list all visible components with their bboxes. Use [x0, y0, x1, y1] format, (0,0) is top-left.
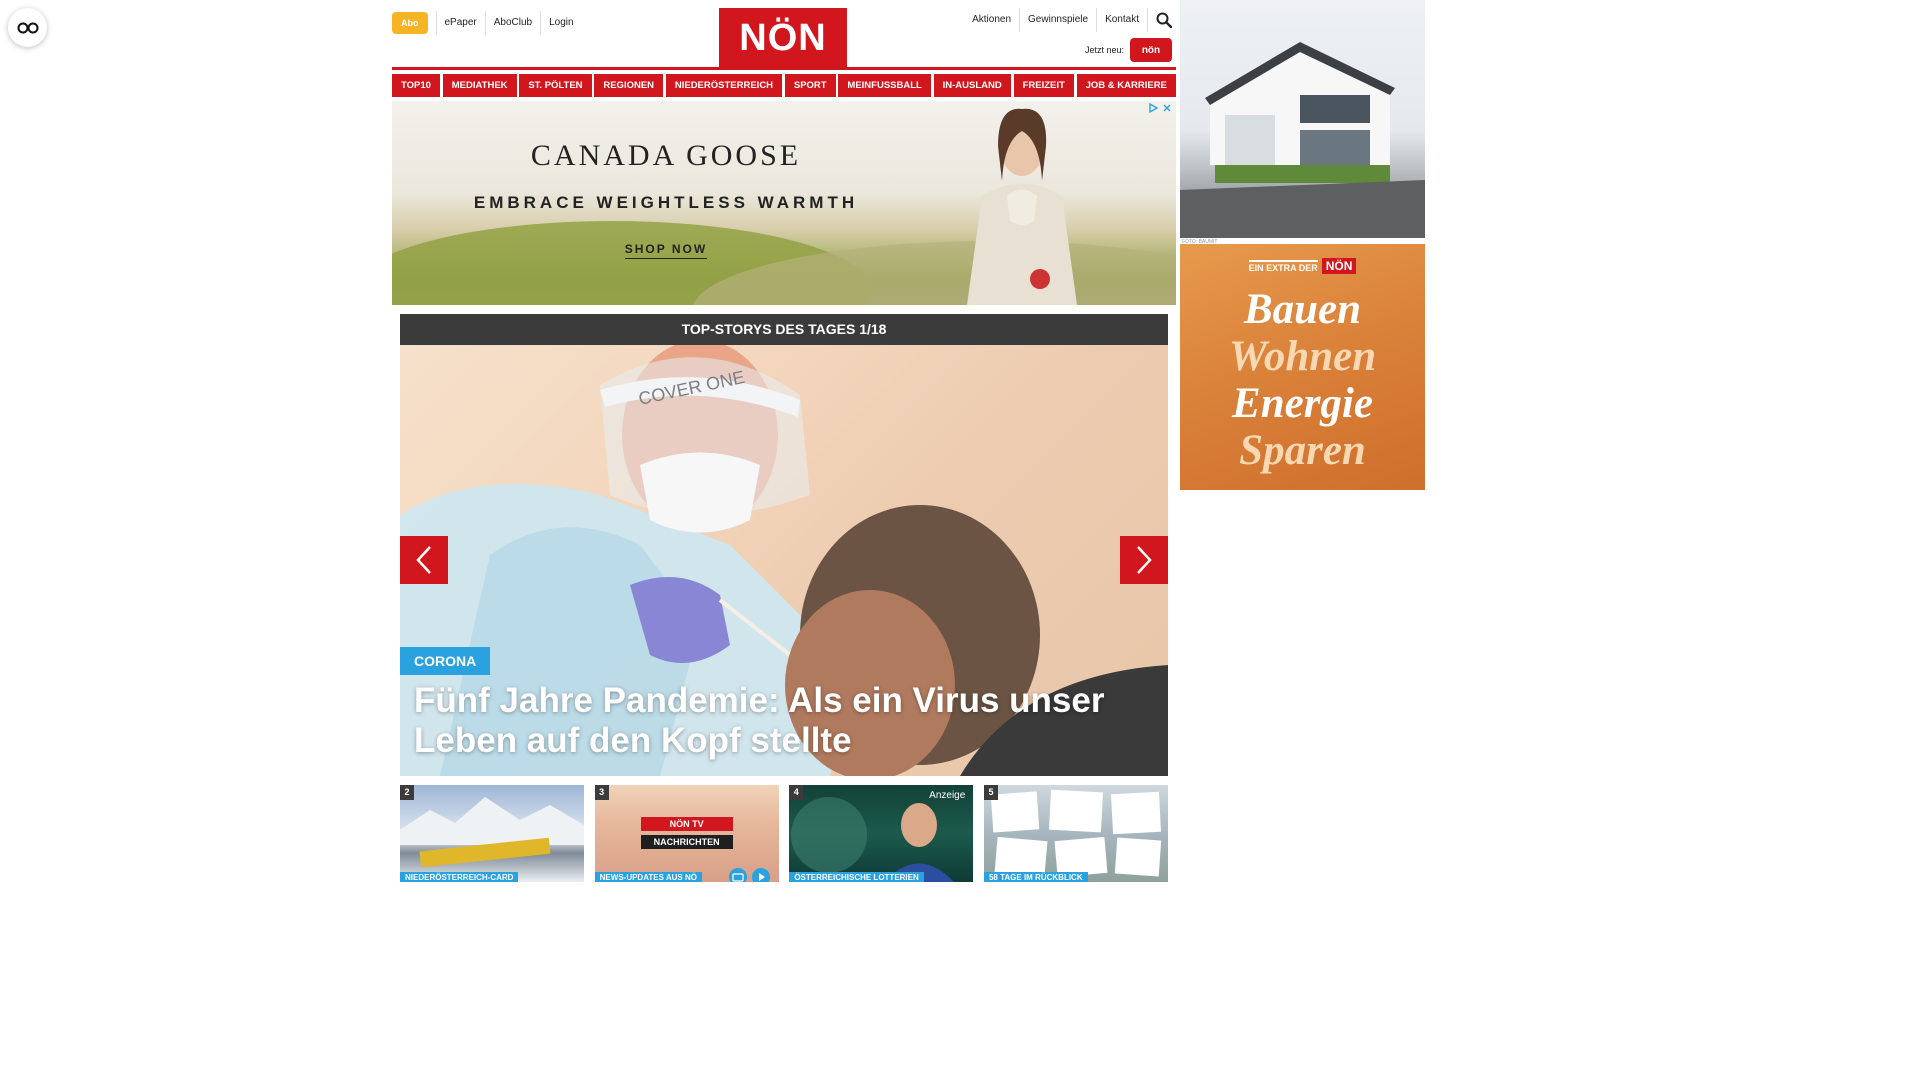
nav-item-meinfussball[interactable]: MEINFUSSBALL: [838, 74, 931, 97]
ad-banner[interactable]: CANADA GOOSE EMBRACE WEIGHTLESS WARMTH S…: [392, 101, 1176, 305]
carousel-prev-button[interactable]: [400, 536, 448, 584]
utility-nav-left: Abo ePaper AboClub Login: [392, 11, 582, 35]
chevron-right-icon: [1137, 546, 1152, 574]
nav-item-job-karriere[interactable]: JOB & KARRIERE: [1076, 74, 1176, 97]
thumb-number: 4: [789, 785, 804, 800]
nav-item-niederoesterreich[interactable]: NIEDERÖSTERREICH: [665, 74, 783, 97]
camera-icon: [728, 868, 747, 882]
chevron-left-icon: [416, 546, 431, 574]
jetzt-neu-label: Jetzt neu:: [1084, 45, 1124, 55]
header-divider: [392, 67, 1176, 70]
nav-item-in-ausland[interactable]: IN-AUSLAND: [933, 74, 1011, 97]
nav-item-freizeit[interactable]: FREIZEIT: [1013, 74, 1074, 97]
glasses-icon: [17, 22, 38, 33]
extra-label: EIN EXTRA DER: [1248, 259, 1318, 273]
top-stories-heading: TOP-STORYS DES TAGES 1/18: [400, 314, 1168, 345]
abo-button[interactable]: Abo: [392, 12, 428, 34]
ad-tagline: EMBRACE WEIGHTLESS WARMTH: [473, 193, 859, 212]
thumb-category: NEWS-UPDATES AUS NÖ: [594, 872, 702, 882]
house-image: [1180, 42, 1425, 238]
side-ad-bauen-wohnen[interactable]: EIN EXTRA DER NÖN Bauen Wohnen Energie S…: [1180, 244, 1425, 490]
thumb-number: 5: [983, 785, 998, 800]
nav-item-sport[interactable]: SPORT: [784, 74, 836, 97]
nav-item-top10[interactable]: TOP10: [392, 74, 440, 97]
ad-model-image: [967, 108, 1077, 305]
thumb-category: 58 TAGE IM RÜCKBLICK: [983, 872, 1088, 882]
hero-category-tag[interactable]: CORONA: [400, 647, 491, 675]
main-nav: TOP10 MEDIATHEK ST. PÖLTEN REGIONEN NIED…: [392, 74, 1176, 97]
hero-title[interactable]: Fünf Jahre Pandemie: Als ein Virus unser…: [414, 681, 1154, 761]
thumb-image: [400, 797, 584, 868]
aktionen-link[interactable]: Aktionen: [964, 8, 1021, 32]
thumb-category: ÖSTERREICHISCHE LOTTERIEN: [789, 872, 924, 882]
thumb-ad-badge: Anzeige: [929, 790, 966, 801]
ad-word-bauen: Bauen: [1243, 286, 1362, 333]
play-icon: [751, 868, 770, 882]
adchoices-icon[interactable]: [1148, 103, 1158, 113]
extra-logo: NÖN: [1321, 258, 1357, 274]
jetzt-neu-promo[interactable]: Jetzt neu: nön: [1085, 38, 1172, 62]
aboclub-link[interactable]: AboClub: [484, 11, 540, 35]
story-thumb[interactable]: 5 58 TAGE IM RÜCKBLICK: [983, 785, 1168, 882]
utility-nav-right: Aktionen Gewinnspiele Kontakt: [964, 8, 1176, 32]
nav-item-st-poelten[interactable]: ST. PÖLTEN: [519, 74, 592, 97]
close-icon[interactable]: [1162, 103, 1172, 113]
search-button[interactable]: [1152, 8, 1176, 32]
thumb-tv-logo: NÖN TV: [640, 817, 733, 831]
epaper-link[interactable]: ePaper: [435, 11, 485, 35]
nav-item-mediathek[interactable]: MEDIATHEK: [442, 74, 517, 97]
extra-badge: EIN EXTRA DER NÖN: [1180, 258, 1425, 274]
story-thumb[interactable]: NÖN TV NACHRICHTEN 3 NEWS-UPDATES AUS NÖ: [594, 785, 779, 882]
story-thumb[interactable]: 2 NIEDERÖSTERREICH-CARD: [400, 785, 584, 882]
thumb-number: 2: [400, 785, 414, 800]
login-link[interactable]: Login: [540, 11, 581, 35]
ad-word-sparen: Sparen: [1239, 427, 1366, 474]
thumb-category: NIEDERÖSTERREICH-CARD: [400, 872, 519, 882]
hero-story[interactable]: COVER ONE CORONA Fünf Jahre Pandemie: Al…: [400, 345, 1168, 776]
story-thumb[interactable]: 4 Anzeige ÖSTERREICHISCHE LOTTERIEN: [789, 785, 974, 882]
thumb-image: [990, 789, 1162, 878]
kontakt-link[interactable]: Kontakt: [1097, 8, 1148, 32]
ad-brand: CANADA GOOSE: [530, 139, 802, 172]
accessibility-button[interactable]: [8, 8, 47, 47]
side-ad-house[interactable]: [1180, 0, 1425, 238]
ad-shop-now-link[interactable]: SHOP NOW: [392, 242, 940, 259]
ad-word-wohnen: Wohnen: [1228, 333, 1377, 380]
ad-word-energie: Energie: [1232, 380, 1373, 427]
site-header: Abo ePaper AboClub Login NÖN Aktionen Ge…: [392, 0, 1176, 70]
nav-item-regionen[interactable]: REGIONEN: [594, 74, 664, 97]
jetzt-neu-logo: nön: [1130, 38, 1172, 62]
thumb-number: 3: [594, 785, 609, 800]
ad-cta-label: SHOP NOW: [624, 242, 708, 259]
gewinnspiele-link[interactable]: Gewinnspiele: [1020, 8, 1098, 32]
thumb-tv-banner: NACHRICHTEN: [640, 835, 733, 849]
story-thumbnails: 2 NIEDERÖSTERREICH-CARD NÖN TV NACHRICHT…: [400, 785, 1168, 882]
search-icon: [1156, 12, 1172, 28]
ad-controls: [1148, 103, 1172, 113]
site-logo[interactable]: NÖN: [719, 8, 847, 68]
carousel-next-button[interactable]: [1120, 536, 1168, 584]
